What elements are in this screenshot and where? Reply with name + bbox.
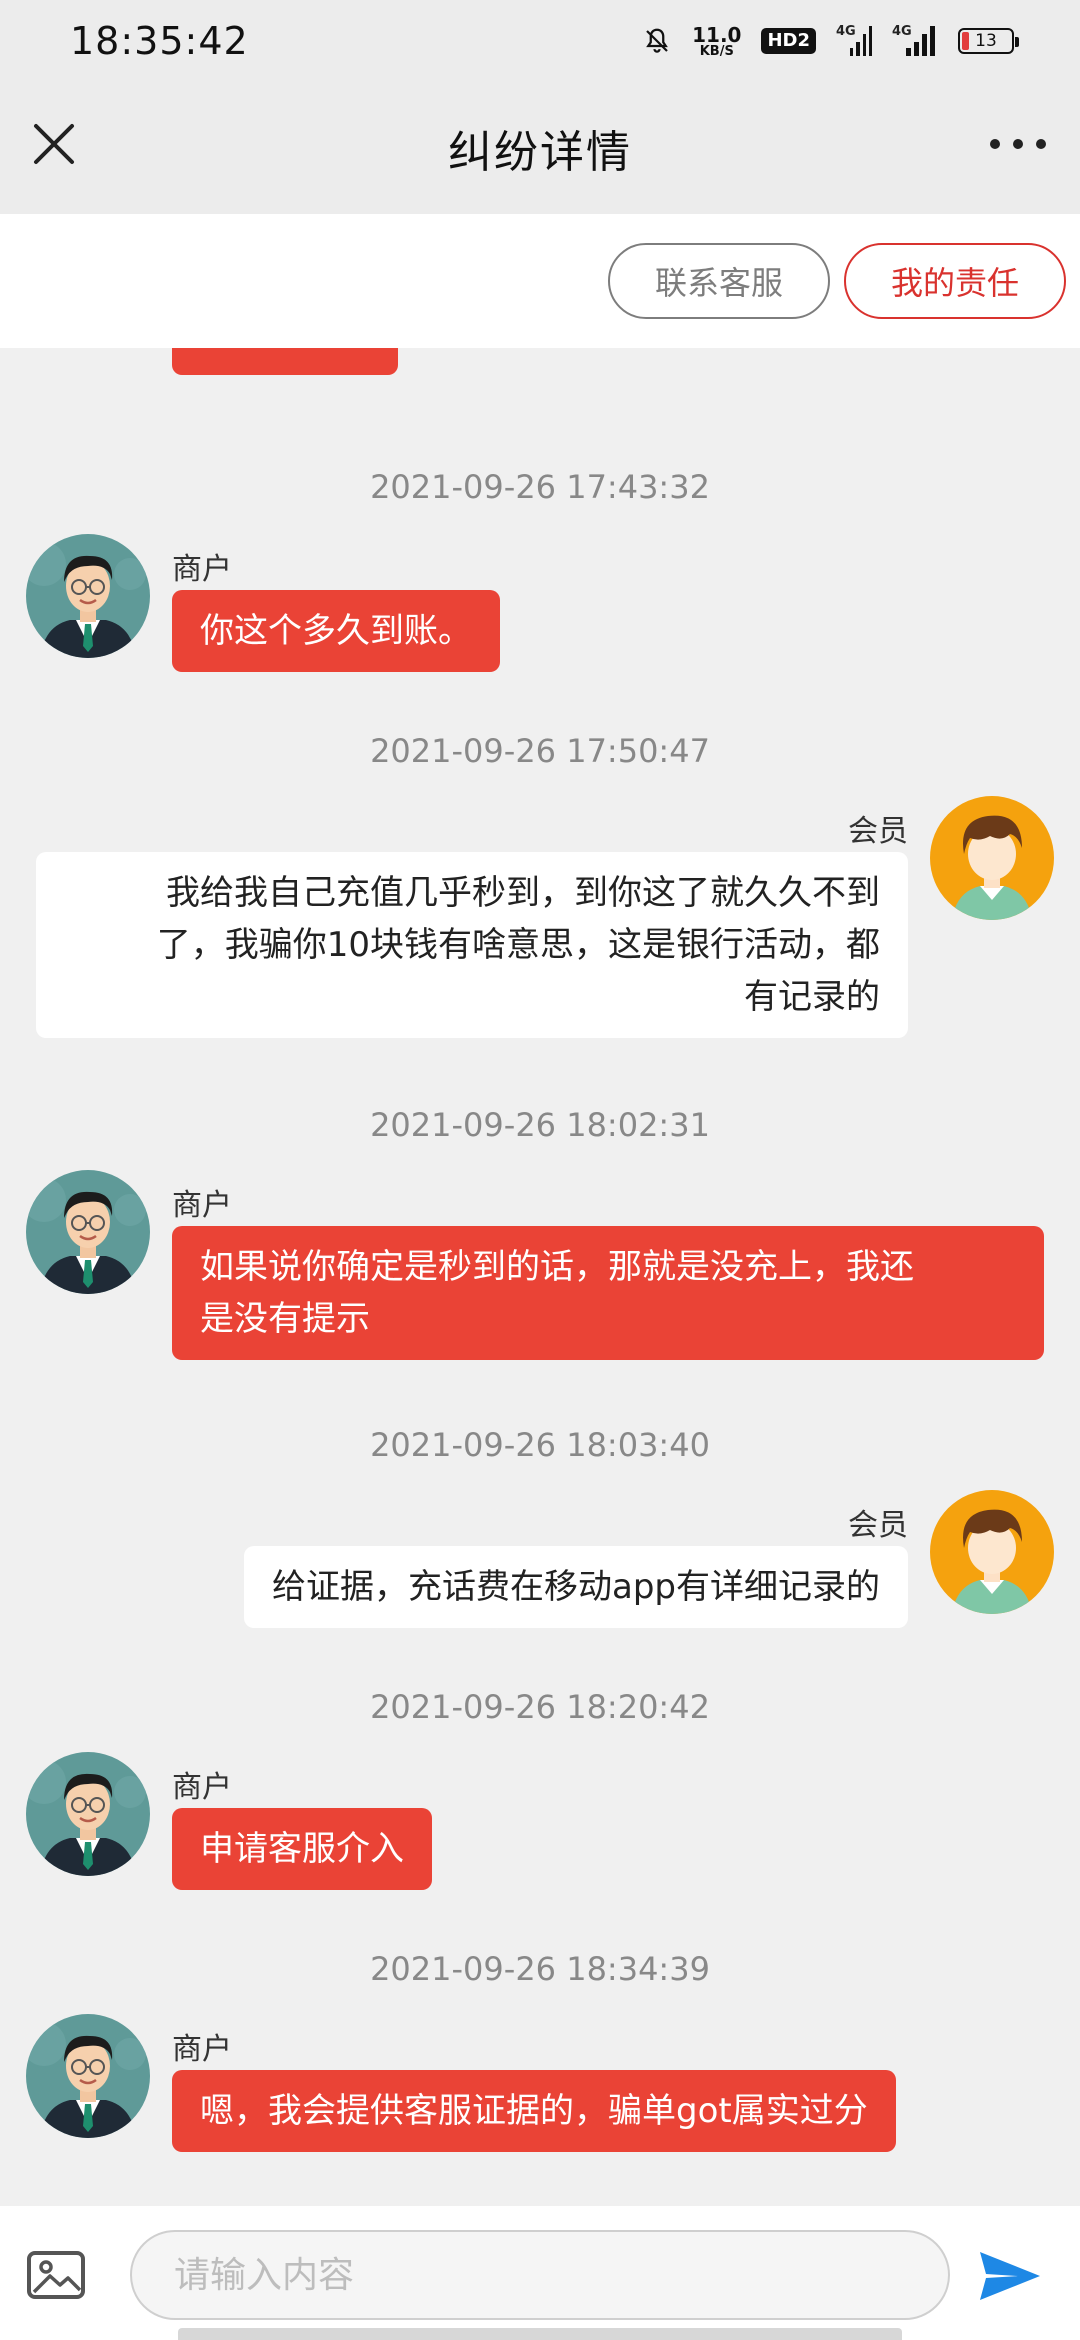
send-icon[interactable] (978, 2248, 1042, 2304)
close-icon[interactable] (30, 120, 78, 168)
message-timestamp: 2021-09-26 18:20:42 (370, 1688, 710, 1726)
sender-name: 商户 (172, 1770, 232, 1805)
more-dots-icon[interactable] (990, 132, 1046, 156)
message-timestamp: 2021-09-26 18:03:40 (370, 1426, 710, 1464)
status-icons: 11.0 KB/S HD2 4G 4G 13 (642, 24, 1019, 58)
message-line: 有记录的 (744, 977, 880, 1017)
member-avatar[interactable] (930, 796, 1054, 920)
action-bar: 联系客服 我的责任 (0, 214, 1080, 348)
sender-name: 商户 (172, 1188, 232, 1223)
status-bar: 18:35:42 11.0 KB/S HD2 4G 4G 13 (0, 0, 1080, 82)
merchant-avatar[interactable] (26, 2014, 150, 2138)
network-speed: 11.0 KB/S (692, 25, 741, 58)
message-bubble[interactable]: 申请客服介入 (172, 1808, 432, 1890)
hd-icon: HD2 (761, 28, 816, 54)
status-time: 18:35:42 (70, 19, 249, 63)
image-icon[interactable] (26, 2250, 86, 2300)
sender-name: 商户 (172, 552, 232, 587)
signal-icon: 4G (892, 24, 938, 56)
sender-name: 会员 (848, 814, 908, 849)
header: 纠纷详情 (0, 82, 1080, 214)
message-input[interactable] (130, 2230, 950, 2320)
message-bubble[interactable]: 迟迟不到账 (172, 348, 398, 375)
message-bubble[interactable]: 给证据，充话费在移动app有详细记录的 (244, 1546, 908, 1628)
message-bubble[interactable]: 如果说你确定是秒到的话，那就是没充上，我还 是没有提示 (172, 1226, 1044, 1360)
member-avatar[interactable] (930, 1490, 1054, 1614)
message-bubble[interactable]: 嗯，我会提供客服证据的，骗单got属实过分 (172, 2070, 896, 2152)
sender-name: 商户 (172, 2032, 232, 2067)
message-bubble[interactable]: 你这个多久到账。 (172, 590, 500, 672)
chat-area[interactable]: 迟迟不到账 2021-09-26 17:43:32 商户 你这个多久到账。 20… (0, 348, 1080, 2206)
message-timestamp: 2021-09-26 18:34:39 (370, 1950, 710, 1988)
message-bubble[interactable]: 我给我自己充值几乎秒到，到你这了就久久不到 了，我骗你10块钱有啥意思，这是银行… (36, 852, 908, 1038)
message-timestamp: 2021-09-26 17:50:47 (370, 732, 710, 770)
message-timestamp: 2021-09-26 18:02:31 (370, 1106, 710, 1144)
merchant-avatar[interactable] (26, 534, 150, 658)
page-title: 纠纷详情 (448, 127, 632, 178)
signal-2-label: 4G (892, 24, 912, 39)
my-responsibility-button[interactable]: 我的责任 (844, 243, 1066, 319)
mute-bell-icon (646, 28, 668, 53)
net-speed-unit: KB/S (699, 43, 734, 59)
bottom-tab-indicator (178, 2328, 902, 2340)
sender-name: 会员 (848, 1508, 908, 1543)
battery-level: 13 (975, 31, 997, 51)
net-speed-value: 11.0 (692, 22, 742, 47)
message-timestamp: 2021-09-26 17:43:32 (370, 468, 710, 506)
signal-1-label: 4G (836, 24, 856, 39)
merchant-avatar[interactable] (26, 1170, 150, 1294)
signal-icon: 4G (836, 24, 872, 56)
battery-icon: 13 (958, 28, 1019, 54)
merchant-avatar[interactable] (26, 1752, 150, 1876)
contact-service-button[interactable]: 联系客服 (608, 243, 830, 319)
message-line: 如果说你确定是秒到的话，那就是没充上，我还 (200, 1247, 914, 1287)
message-line: 是没有提示 (200, 1299, 370, 1339)
message-line: 了，我骗你10块钱有啥意思，这是银行活动，都 (156, 925, 880, 965)
input-bar (0, 2206, 1080, 2340)
message-line: 我给我自己充值几乎秒到，到你这了就久久不到 (166, 873, 880, 913)
